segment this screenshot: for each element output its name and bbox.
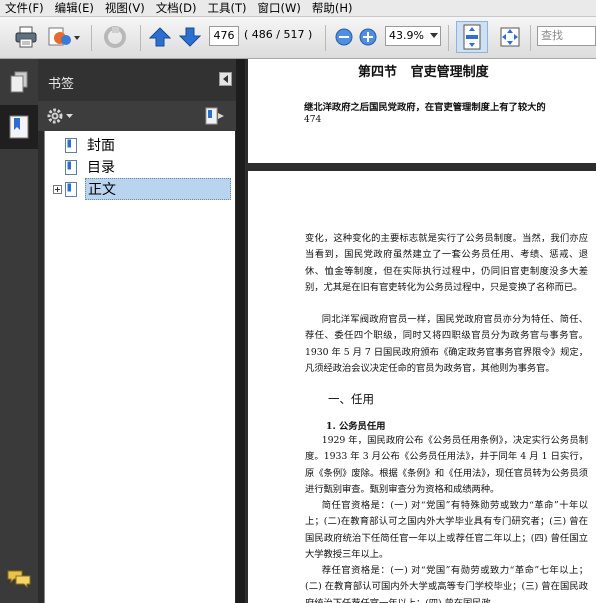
bookmark-item-body[interactable]: 正文 [53,178,231,200]
bookmark-icon [65,159,77,175]
arrow-down-icon [179,27,201,47]
expand-bookmark-button[interactable] [204,106,226,126]
paragraph: 简任官资格是：(一) 对“党国”有特殊勋劳或致力“革命”十年以上；(二)在教育部… [305,500,588,560]
text-line: 继北洋政府之后国民党政府，在官吏管理制度上有了较大的 [304,102,546,113]
bookmark-label: 封面 [87,138,115,154]
bookmark-label-selected: 正文 [85,178,231,200]
bookmarks-panel-title: 书签 [48,77,75,92]
toolbar-separator [325,25,326,51]
expand-icon [500,27,520,47]
bookmarks-panel-header: 书签 [38,59,236,101]
collapse-panel-button[interactable] [219,72,232,86]
bookmark-label: 目录 [87,160,115,176]
page-number-input[interactable]: 476 [209,26,239,46]
subsection-title: 1. 公务员任用 [326,421,386,432]
zoom-out-icon [335,28,353,46]
bookmarks-panel-button[interactable] [0,105,38,149]
section-heading: 第四节 官吏管理制度 [358,65,489,80]
bookmark-icon [65,181,77,197]
document-view[interactable]: 第四节 官吏管理制度 继北洋政府之后国民党政府，在官吏管理制度上有了较大的 47… [245,59,596,603]
document-page-current: 变化，这种变化的主要标志就是实行了公务员制度。当然，我们亦应当看到，国民党政府虽… [248,171,596,603]
print-button[interactable] [12,25,40,49]
fit-page-icon [463,24,481,50]
bookmark-options-button[interactable] [46,107,76,125]
collaborate-icon [48,27,80,46]
menu-help[interactable]: 帮助(H) [307,0,359,16]
menu-edit[interactable]: 编辑(E) [50,0,100,16]
zoom-out-button[interactable] [334,25,354,49]
arrow-up-icon [149,27,171,47]
pages-icon [10,71,28,93]
zoom-in-button[interactable] [358,25,378,49]
toolbar-separator [91,25,92,51]
zoom-dropdown-button[interactable] [428,29,440,43]
fit-page-button[interactable] [456,21,488,53]
chevron-left-icon [222,75,228,83]
search-input[interactable]: 查找 [537,26,596,46]
paragraph: 变化，这种变化的主要标志就是实行了公务员制度。当然，我们亦应当看到，国民党政府虽… [305,233,588,293]
menu-bar: 文件(F) 编辑(E) 视图(V) 文档(D) 工具(T) 窗口(W) 帮助(H… [0,0,596,17]
bookmark-icon [9,115,29,139]
paragraph: 荐任官资格是：(一) 对“党国”有勋劳或致力“革命”七年以上；(二) 在教育部认… [305,565,588,603]
sync-button[interactable] [100,25,130,49]
page-number: 474 [304,115,322,125]
menu-tools[interactable]: 工具(T) [203,0,253,16]
expand-toggle[interactable] [53,184,62,194]
toolbar-separator [530,25,531,51]
menu-file[interactable]: 文件(F) [0,0,50,16]
menu-document[interactable]: 文档(D) [151,0,203,16]
section-title: 一、任用 [328,392,374,406]
toolbar-separator [448,25,449,51]
zoom-in-icon [359,28,377,46]
menu-window[interactable]: 窗口(W) [253,0,307,16]
next-page-button[interactable] [178,25,202,49]
comments-button[interactable] [6,567,32,591]
bookmarks-list: 封面 目录 正文 [44,131,235,603]
bookmarks-toolbar [38,101,236,131]
full-screen-button[interactable] [496,23,524,51]
chevron-down-icon [430,33,438,38]
bookmark-icon [65,137,77,153]
previous-page-button[interactable] [148,25,172,49]
paragraph: 1929 年，国民政府公布《公务员任用条例》，决定实行公务员制度。1933 年 … [305,435,588,495]
share-button[interactable] [46,25,82,49]
bookmark-item-cover[interactable]: 封面 [65,135,117,155]
sync-icon [104,26,126,48]
bookmark-arrow-icon [205,107,224,125]
bookmark-item-contents[interactable]: 目录 [65,157,117,177]
printer-icon [15,26,37,48]
document-page-previous: 第四节 官吏管理制度 继北洋政府之后国民党政府，在官吏管理制度上有了较大的 47… [248,59,596,163]
toolbar: 476 ( 486 / 517 ) 43.9% 查找 [0,17,596,59]
comments-icon [7,570,31,589]
gear-icon [47,108,63,124]
plus-icon [55,186,60,192]
pages-panel-button[interactable] [6,69,32,95]
toolbar-separator [140,25,141,51]
page-count-label: ( 486 / 517 ) [244,28,313,41]
chevron-down-icon [66,113,73,118]
menu-view[interactable]: 视图(V) [100,0,151,16]
paragraph: 同北洋军阀政府官员一样，国民党政府官员亦分为特任、简任、荐任、委任四个职级，同时… [305,314,588,374]
navigation-strip [0,59,38,603]
panel-splitter[interactable] [236,59,245,603]
